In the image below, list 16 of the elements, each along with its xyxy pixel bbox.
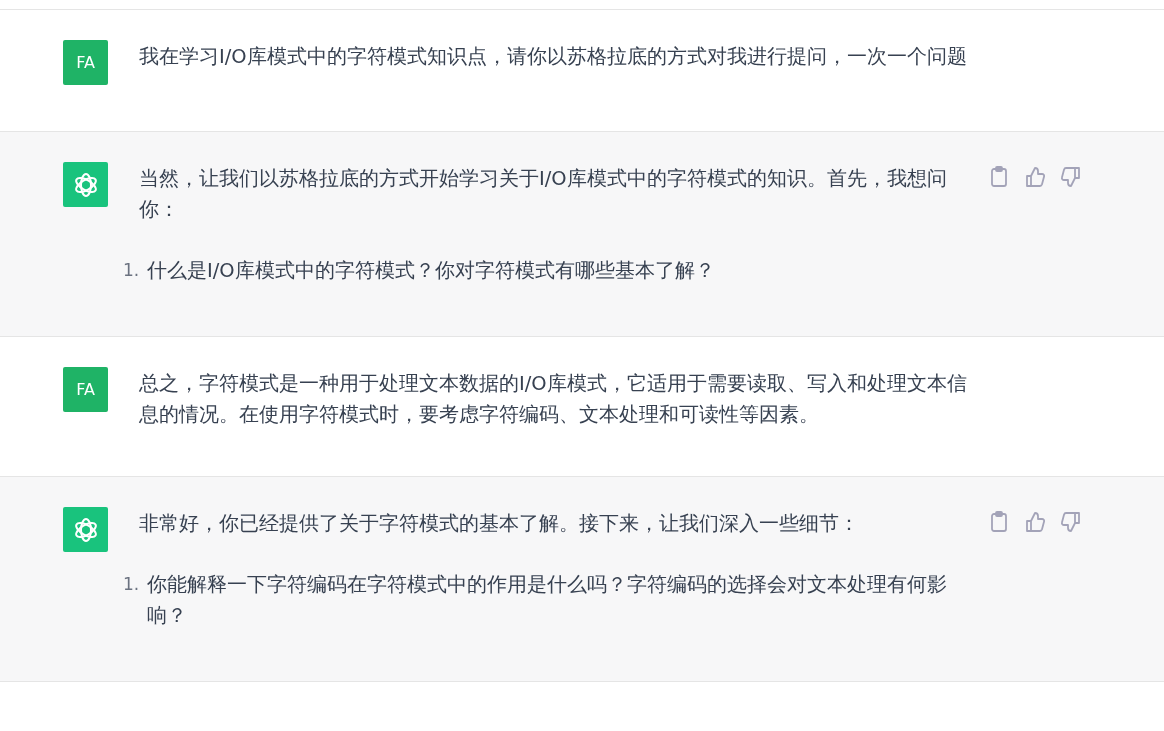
message-text: 非常好，你已经提供了关于字符模式的基本了解。接下来，让我们深入一些细节：: [139, 511, 860, 537]
clipboard-icon[interactable]: [989, 511, 1009, 533]
thumbs-down-icon[interactable]: [1061, 166, 1081, 188]
list-number: 1.: [123, 573, 141, 596]
user-avatar: FA: [63, 367, 108, 412]
thumbs-up-icon[interactable]: [1025, 166, 1045, 188]
list-item-text: 你能解释一下字符编码在字符模式中的作用是什么吗？字符编码的选择会对文本处理有何影响？: [147, 572, 948, 629]
list-number: 1.: [123, 259, 141, 282]
message-text: 当然，让我们以苏格拉底的方式开始学习关于I/O库模式中的字符模式的知识。首先，我想问你：: [139, 166, 948, 223]
clipboard-icon[interactable]: [989, 166, 1009, 188]
thumbs-up-icon[interactable]: [1025, 511, 1045, 533]
user-avatar: FA: [63, 40, 108, 85]
message-text: 我在学习I/O库模式中的字符模式知识点，请你以苏格拉底的方式对我进行提问，一次一个问题: [139, 44, 968, 70]
message-text: 总之，字符模式是一种用于处理文本数据的I/O库模式，它适用于需要读取、写入和处理文本信息的情况。在使用字符模式时，要考虑字符编码、文本处理和可读性等因素。: [139, 371, 968, 428]
thumbs-down-icon[interactable]: [1061, 511, 1081, 533]
list-item-text: 什么是I/O库模式中的字符模式？你对字符模式有哪些基本了解？: [147, 258, 715, 284]
